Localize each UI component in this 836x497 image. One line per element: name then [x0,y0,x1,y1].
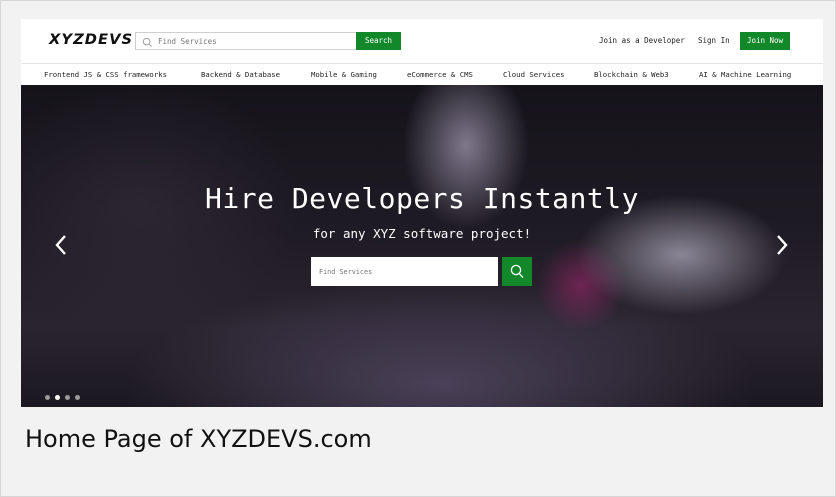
category-frontend[interactable]: Frontend JS & CSS frameworks [44,64,167,86]
join-now-button[interactable]: Join Now [740,32,790,50]
category-nav: Frontend JS & CSS frameworks Backend & D… [21,63,823,86]
search-icon [510,264,524,279]
hero-search-input[interactable] [311,257,498,286]
carousel-prev-button[interactable] [53,232,69,258]
page-caption: Home Page of XYZDEVS.com [25,425,372,453]
header-search-field[interactable] [135,32,357,50]
carousel-dot[interactable] [65,395,70,400]
screenshot-frame: XYZDEVS Search Join as a Developer Sign … [0,0,836,497]
carousel-dot[interactable] [55,395,60,400]
chevron-left-icon [55,235,66,255]
category-backend[interactable]: Backend & Database [201,64,280,86]
search-button[interactable]: Search [356,32,401,50]
chevron-right-icon [777,235,788,255]
sign-in-link[interactable]: Sign In [698,32,730,50]
site-logo[interactable]: XYZDEVS [49,32,133,48]
category-ecommerce-cms[interactable]: eCommerce & CMS [407,64,473,86]
category-mobile-gaming[interactable]: Mobile & Gaming [311,64,377,86]
carousel-dot[interactable] [75,395,80,400]
carousel-next-button[interactable] [774,232,790,258]
category-cloud-services[interactable]: Cloud Services [503,64,565,86]
hero-subtitle: for any XYZ software project! [312,226,532,241]
website-page: XYZDEVS Search Join as a Developer Sign … [21,19,823,407]
search-icon [142,35,154,47]
join-as-developer-link[interactable]: Join as a Developer [599,32,685,50]
category-ai-ml[interactable]: AI & Machine Learning [699,64,791,86]
hero-title: Hire Developers Instantly [205,182,639,215]
site-header: XYZDEVS Search Join as a Developer Sign … [21,19,823,63]
category-blockchain-web3[interactable]: Blockchain & Web3 [594,64,669,86]
header-search-input[interactable] [158,34,348,48]
hero-carousel[interactable]: Hire Developers Instantly for any XYZ so… [21,85,823,407]
carousel-dot[interactable] [45,395,50,400]
hero-search-button[interactable] [502,257,532,286]
